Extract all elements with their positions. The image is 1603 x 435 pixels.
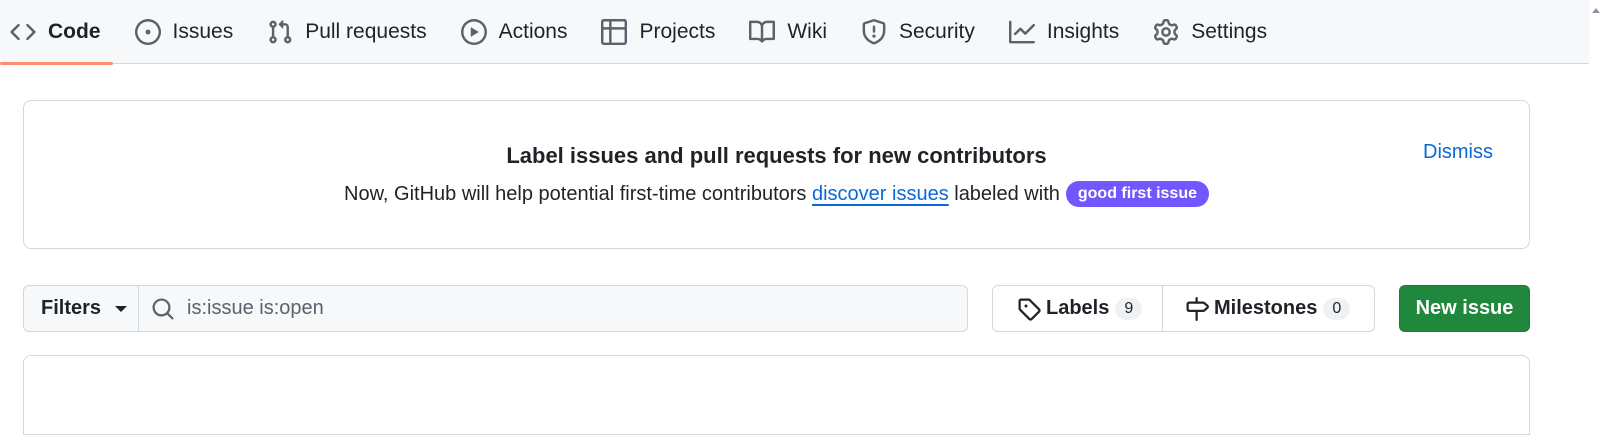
search-icon (151, 297, 175, 321)
graph-icon (1008, 19, 1035, 45)
page-scrollbar[interactable] (1589, 0, 1603, 405)
tab-pull-requests-label: Pull requests (305, 19, 427, 43)
banner-body: Now, GitHub will help potential first-ti… (24, 181, 1529, 207)
play-icon (460, 18, 487, 45)
tab-projects[interactable]: Projects (601, 0, 715, 64)
tab-issues-label: Issues (172, 19, 234, 43)
table-icon (601, 18, 628, 45)
tab-settings-label: Settings (1191, 19, 1268, 43)
tab-actions-label: Actions (498, 19, 568, 43)
good-first-issue-label[interactable]: good first issue (1065, 181, 1209, 207)
labels-milestones-group: Labels 9 Milestones 0 (992, 285, 1375, 332)
code-icon (10, 19, 36, 45)
labels-button-label: Labels (1046, 297, 1110, 319)
contributors-banner: Label issues and pull requests for new c… (23, 100, 1530, 249)
tab-settings[interactable]: Settings (1153, 0, 1267, 64)
issue-search-input[interactable] (187, 297, 887, 320)
tab-insights[interactable]: Insights (1008, 0, 1120, 64)
tab-actions[interactable]: Actions (460, 0, 568, 64)
book-icon (749, 19, 776, 45)
tab-wiki[interactable]: Wiki (749, 0, 827, 64)
milestones-button[interactable]: Milestones 0 (1163, 286, 1351, 331)
banner-body-suffix: labeled with (948, 182, 1060, 205)
scroll-up-arrow-icon[interactable] (1592, 8, 1600, 13)
milestone-icon (1185, 296, 1209, 321)
filters-button-label: Filters (41, 297, 102, 319)
tag-icon (1017, 297, 1041, 321)
discover-issues-link[interactable]: discover issues (812, 183, 949, 206)
milestones-count: 0 (1323, 297, 1351, 320)
git-pull-request-icon (267, 19, 293, 45)
issue-search-box[interactable] (139, 285, 968, 332)
tab-wiki-label: Wiki (787, 19, 827, 43)
caret-down-icon (115, 305, 128, 312)
tab-projects-label: Projects (639, 19, 716, 43)
labels-button[interactable]: Labels 9 (993, 286, 1163, 331)
labels-count: 9 (1115, 297, 1143, 320)
tab-security-label: Security (899, 19, 975, 43)
filters-button[interactable]: Filters (23, 285, 139, 332)
gear-icon (1153, 18, 1179, 45)
tab-code[interactable]: Code (0, 0, 112, 65)
issues-list-box (23, 355, 1530, 435)
banner-title: Label issues and pull requests for new c… (506, 143, 1047, 168)
banner-body-prefix: Now, GitHub will help potential first-ti… (344, 182, 812, 205)
issue-opened-icon (134, 18, 161, 45)
tab-security[interactable]: Security (861, 0, 975, 64)
tab-issues[interactable]: Issues (134, 0, 234, 64)
filter-search-group: Filters (23, 285, 968, 332)
tab-insights-label: Insights (1046, 19, 1120, 43)
repo-nav: Code Issues Pull requests Actions Projec… (0, 0, 1603, 65)
new-issue-button[interactable]: New issue (1399, 285, 1530, 332)
milestones-button-label: Milestones (1214, 297, 1318, 319)
dismiss-link[interactable]: Dismiss (1423, 141, 1493, 164)
tab-pull-requests[interactable]: Pull requests (267, 0, 427, 64)
tab-code-label: Code (48, 19, 101, 43)
shield-icon (861, 18, 887, 45)
